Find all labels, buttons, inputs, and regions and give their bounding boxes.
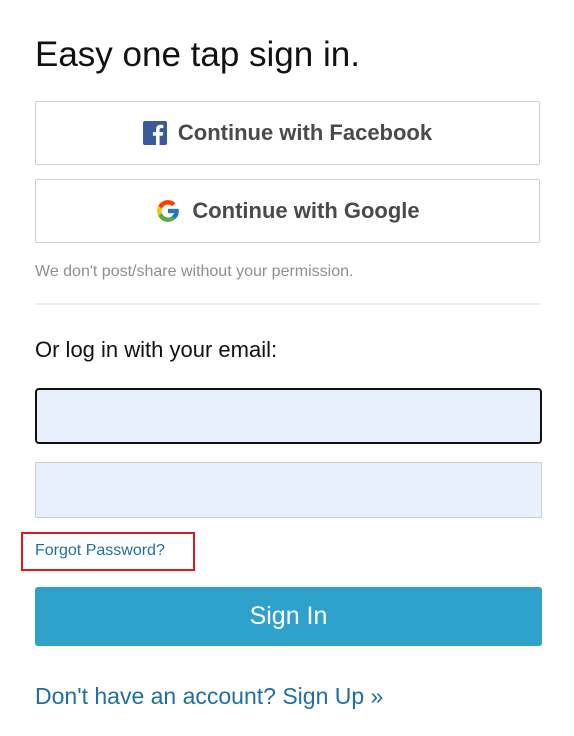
page-title: Easy one tap sign in. <box>35 35 360 74</box>
google-button-label: Continue with Google <box>192 198 420 223</box>
sign-up-link[interactable]: Don't have an account? Sign Up » <box>35 683 383 710</box>
permission-note: We don't post/share without your permiss… <box>35 263 354 280</box>
email-field[interactable] <box>35 388 542 444</box>
facebook-button-label: Continue with Facebook <box>177 120 433 145</box>
password-field[interactable] <box>35 462 542 518</box>
continue-with-google-button[interactable]: Continue with Google <box>35 179 540 243</box>
email-login-heading: Or log in with your email: <box>35 337 278 362</box>
forgot-password-link[interactable]: Forgot Password? <box>35 542 165 560</box>
sign-in-button[interactable]: Sign In <box>35 587 542 646</box>
continue-with-facebook-button[interactable]: Continue with Facebook <box>35 101 540 165</box>
google-icon <box>155 198 181 224</box>
section-divider <box>35 303 541 305</box>
facebook-icon <box>142 121 167 145</box>
